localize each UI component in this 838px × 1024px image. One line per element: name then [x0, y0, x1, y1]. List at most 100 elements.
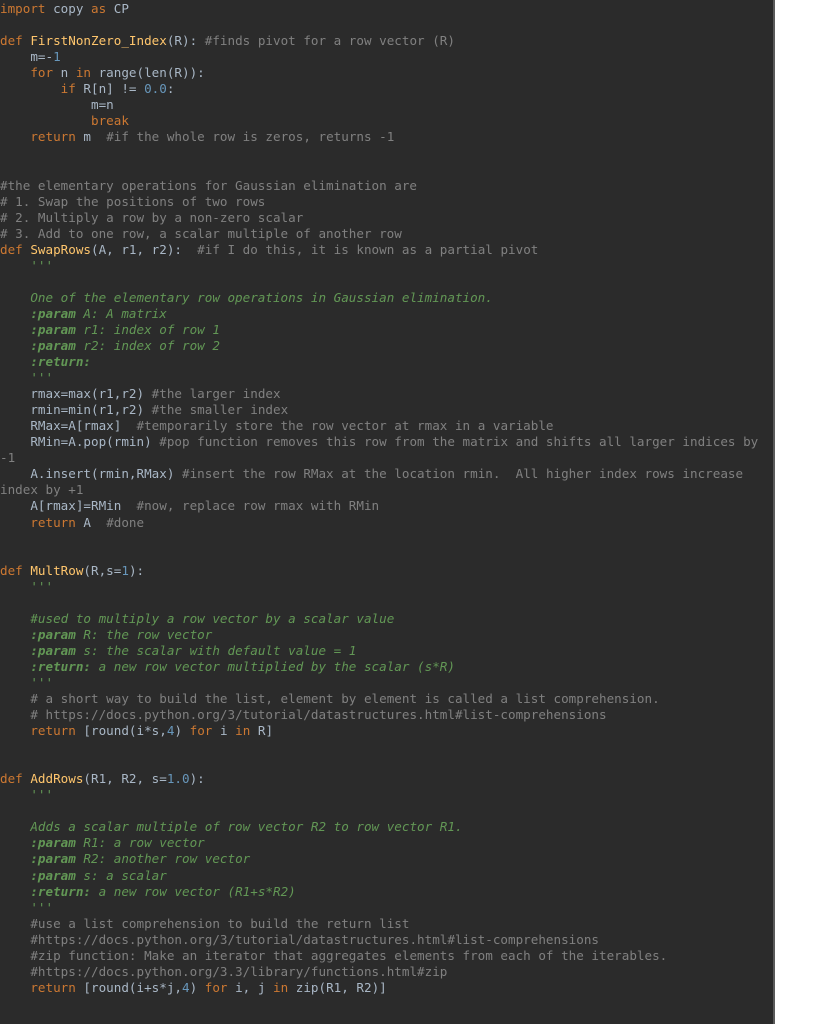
code-line[interactable]: :param r2: index of row 2 — [0, 338, 773, 354]
code-line[interactable]: ''' — [0, 900, 773, 916]
code-line[interactable]: import copy as CP — [0, 1, 773, 17]
code-token: 1 — [53, 49, 61, 65]
code-line[interactable] — [0, 1012, 773, 1024]
right-blank-pane — [775, 0, 838, 1024]
code-line[interactable]: A.insert(rmin,RMax) #insert the row RMax… — [0, 466, 773, 498]
code-token: A: A matrix — [75, 305, 167, 321]
code-line[interactable]: def FirstNonZero_Index(R): #finds pivot … — [0, 33, 773, 49]
code-line[interactable]: #use a list comprehension to build the r… — [0, 916, 773, 932]
code-line[interactable]: def AddRows(R1, R2, s=1.0): — [0, 771, 773, 787]
code-line[interactable]: # 1. Swap the positions of two rows — [0, 194, 773, 210]
code-token: (R): — [166, 33, 205, 49]
code-line[interactable]: return [round(i*s,4) for i in R] — [0, 723, 773, 739]
code-line[interactable] — [0, 145, 773, 161]
code-token: ): — [189, 771, 205, 787]
code-line[interactable]: RMax=A[rmax] #temporarily store the row … — [0, 418, 773, 434]
code-line[interactable]: RMin=A.pop(rmin) #pop function removes t… — [0, 434, 773, 466]
code-line[interactable] — [0, 161, 773, 177]
code-line[interactable]: :param R1: a row vector — [0, 835, 773, 851]
code-line[interactable]: if R[n] != 0.0: — [0, 81, 773, 97]
code-line[interactable]: :param s: the scalar with default value … — [0, 643, 773, 659]
code-line[interactable]: m=n — [0, 97, 773, 113]
code-editor-pane[interactable]: import copy as CP def FirstNonZero_Index… — [0, 0, 773, 1024]
code-line[interactable] — [0, 803, 773, 819]
code-token: ''' — [0, 578, 54, 594]
code-token: #done — [106, 514, 145, 530]
code-token: m — [75, 129, 107, 145]
code-line[interactable]: ''' — [0, 675, 773, 691]
code-token: RMax=A[rmax] — [0, 418, 137, 434]
code-token: :param — [30, 626, 76, 642]
code-token: :return: — [30, 658, 92, 674]
code-line[interactable]: # 3. Add to one row, a scalar multiple o… — [0, 226, 773, 242]
code-line[interactable] — [0, 547, 773, 563]
code-token: ''' — [0, 787, 54, 803]
code-line[interactable] — [0, 755, 773, 771]
code-line[interactable]: #https://docs.python.org/3/tutorial/data… — [0, 932, 773, 948]
code-line[interactable]: :param R2: another row vector — [0, 851, 773, 867]
code-line[interactable]: break — [0, 113, 773, 129]
code-line[interactable]: #zip function: Make an iterator that agg… — [0, 948, 773, 964]
code-line[interactable]: :return: a new row vector multiplied by … — [0, 659, 773, 675]
code-line[interactable]: # https://docs.python.org/3/tutorial/dat… — [0, 707, 773, 723]
code-line[interactable]: :param s: a scalar — [0, 868, 773, 884]
code-token: #https://docs.python.org/3/tutorial/data… — [0, 931, 599, 947]
code-line[interactable]: ''' — [0, 579, 773, 595]
code-token: (R,s= — [83, 562, 122, 578]
code-line[interactable]: return A #done — [0, 515, 773, 531]
code-line[interactable] — [0, 595, 773, 611]
code-line[interactable]: :param A: A matrix — [0, 306, 773, 322]
code-token: :param — [30, 867, 76, 883]
code-token: #zip function: Make an iterator that agg… — [0, 947, 668, 963]
code-line[interactable]: ''' — [0, 258, 773, 274]
code-token: for — [30, 65, 54, 81]
code-line[interactable]: :param R: the row vector — [0, 627, 773, 643]
code-line[interactable]: def SwapRows(A, r1, r2): #if I do this, … — [0, 242, 773, 258]
code-token: :param — [30, 337, 76, 353]
code-line[interactable] — [0, 996, 773, 1012]
code-line[interactable] — [0, 17, 773, 33]
code-line[interactable]: m=-1 — [0, 49, 773, 65]
code-line[interactable]: #used to multiply a row vector by a scal… — [0, 611, 773, 627]
code-token: :param — [30, 851, 76, 867]
code-line[interactable]: return [round(i+s*j,4) for i, j in zip(R… — [0, 980, 773, 996]
code-token: #the larger index — [151, 386, 281, 402]
code-line[interactable]: return m #if the whole row is zeros, ret… — [0, 129, 773, 145]
code-line[interactable]: Adds a scalar multiple of row vector R2 … — [0, 819, 773, 835]
code-token: for — [189, 723, 213, 739]
code-token: :param — [30, 835, 76, 851]
code-line[interactable]: #https://docs.python.org/3.3/library/fun… — [0, 964, 773, 980]
code-line[interactable]: :param r1: index of row 1 — [0, 322, 773, 338]
code-token: i, j — [227, 979, 274, 995]
code-token: #https://docs.python.org/3.3/library/fun… — [0, 963, 448, 979]
code-line[interactable]: rmax=max(r1,r2) #the larger index — [0, 386, 773, 402]
code-line[interactable]: def MultRow(R,s=1): — [0, 563, 773, 579]
code-line[interactable]: :return: a new row vector (R1+s*R2) — [0, 884, 773, 900]
code-line[interactable] — [0, 274, 773, 290]
code-token: if — [60, 81, 76, 97]
code-token: #use a list comprehension to build the r… — [0, 915, 410, 931]
code-line[interactable]: #the elementary operations for Gaussian … — [0, 178, 773, 194]
code-line[interactable]: rmin=min(r1,r2) #the smaller index — [0, 402, 773, 418]
code-line[interactable]: # 2. Multiply a row by a non-zero scalar — [0, 210, 773, 226]
code-token: rmin=min(r1,r2) — [0, 402, 152, 418]
code-line[interactable]: :return: — [0, 354, 773, 370]
code-line[interactable]: for n in range(len(R)): — [0, 65, 773, 81]
code-line[interactable]: ''' — [0, 370, 773, 386]
code-line[interactable]: A[rmax]=RMin #now, replace row rmax with… — [0, 498, 773, 514]
code-token: import — [0, 1, 46, 16]
code-line[interactable]: # a short way to build the list, element… — [0, 691, 773, 707]
code-line[interactable]: One of the elementary row operations in … — [0, 290, 773, 306]
code-line[interactable] — [0, 531, 773, 547]
code-token: break — [91, 113, 129, 129]
code-token: 4 — [182, 979, 190, 995]
code-line[interactable] — [0, 739, 773, 755]
code-token: 0.0 — [144, 81, 167, 97]
code-text[interactable]: import copy as CP def FirstNonZero_Index… — [0, 0, 773, 1024]
code-line[interactable]: ''' — [0, 787, 773, 803]
